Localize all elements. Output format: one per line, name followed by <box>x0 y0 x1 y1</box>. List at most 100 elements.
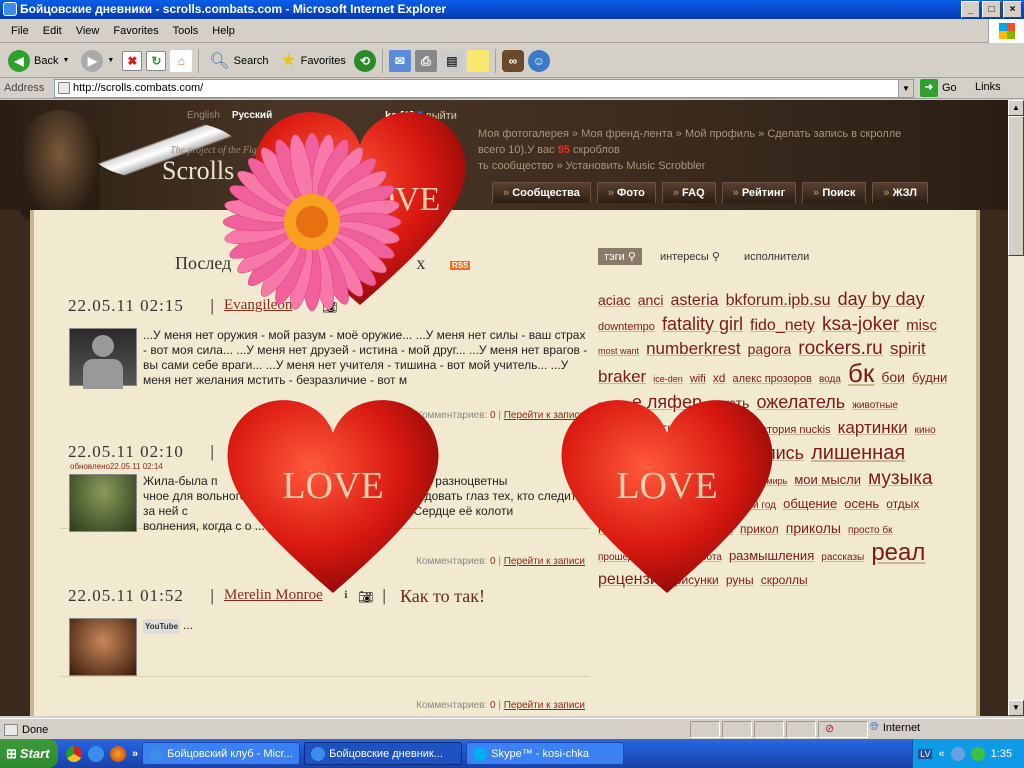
tag-link[interactable]: ksa-joker <box>822 314 899 335</box>
tag-link[interactable]: отдых <box>886 497 919 511</box>
popup-blocker-icon[interactable]: ⊘ <box>819 723 834 735</box>
skype-tray-icon[interactable] <box>970 746 985 761</box>
maximize-button[interactable]: □ <box>982 1 1001 18</box>
tag-link[interactable]: приколы <box>786 520 841 536</box>
tag-link[interactable]: wifi <box>690 373 706 385</box>
vertical-scrollbar[interactable]: ▲ ▼ <box>1008 100 1024 716</box>
menu-view[interactable]: View <box>69 25 107 37</box>
avatar[interactable] <box>69 328 137 389</box>
address-input[interactable]: http://scrolls.combats.com/ ▼ <box>54 79 914 98</box>
lang-english-link[interactable]: English <box>187 110 220 121</box>
firefox-icon[interactable] <box>110 745 126 762</box>
tag-link[interactable]: бк <box>848 358 874 388</box>
tag-link[interactable]: мои мысли <box>794 472 861 487</box>
favorites-button[interactable]: ★ Favorites <box>277 47 350 75</box>
tag-link[interactable]: реал <box>871 539 925 566</box>
tag-link[interactable]: осень <box>844 496 879 511</box>
goto-entry-link[interactable]: Перейти к записи <box>504 700 585 711</box>
stop-icon[interactable]: ✖ <box>122 50 143 71</box>
tag-link[interactable]: rockers.ru <box>798 338 882 359</box>
tab-photo[interactable]: Фото <box>596 182 656 203</box>
tag-link[interactable]: fido_nety <box>750 317 815 334</box>
taskbar-item-active[interactable]: Бойцовские дневник... <box>304 742 463 765</box>
tag-link[interactable]: общение <box>783 496 837 511</box>
tab-artists[interactable]: исполнители <box>738 249 815 265</box>
scroll-down-icon[interactable]: ▼ <box>1008 700 1024 716</box>
tag-link[interactable]: ice-den <box>653 374 683 384</box>
tab-zhzl[interactable]: ЖЗЛ <box>872 182 928 203</box>
tag-link[interactable]: животные <box>852 400 898 411</box>
community-links[interactable]: ть сообщество » Установить Music Scrobbl… <box>478 158 978 174</box>
windows-flag-icon <box>999 23 1015 39</box>
scroll-up-icon[interactable]: ▲ <box>1008 100 1024 116</box>
home-icon[interactable]: ⌂ <box>170 49 193 72</box>
minimize-button[interactable]: _ <box>961 1 980 18</box>
more-chevron-icon[interactable]: » <box>132 748 138 760</box>
discuss-icon[interactable] <box>466 49 489 72</box>
print-icon[interactable]: ⎙ <box>414 49 437 72</box>
comment-count[interactable]: 0 <box>490 700 496 711</box>
scroll-thumb[interactable] <box>1008 116 1024 256</box>
edit-icon[interactable]: ▤ <box>440 49 463 72</box>
menu-file[interactable]: File <box>4 25 36 37</box>
tag-link[interactable]: asteria <box>671 292 719 309</box>
tag-link[interactable]: pagora <box>748 341 792 357</box>
tag-link[interactable]: xd <box>713 371 726 385</box>
menu-tools[interactable]: Tools <box>166 25 206 37</box>
tag-link[interactable]: misc <box>906 317 937 334</box>
tag-link[interactable]: bkforum.ipb.su <box>726 292 831 309</box>
taskbar-item[interactable]: Skype™ - kosi-chka <box>466 742 625 765</box>
user-nav-links[interactable]: Моя фотогалерея » Моя френд-лента » Мой … <box>478 126 978 142</box>
ie-icon[interactable] <box>88 745 104 762</box>
tag-link[interactable]: anci <box>638 292 664 308</box>
tray-expand-icon[interactable]: « <box>938 748 944 760</box>
links-button[interactable]: Links <box>975 81 1001 93</box>
love-heart-sticker: LOVE <box>227 400 439 593</box>
comment-count[interactable]: 0 <box>490 556 496 567</box>
tab-search[interactable]: Поиск <box>802 182 867 203</box>
avatar[interactable] <box>69 474 137 532</box>
tag-link[interactable]: рассказы <box>821 552 864 563</box>
tag-link[interactable]: most want <box>598 346 639 356</box>
language-indicator[interactable]: LV <box>918 748 933 759</box>
network-icon[interactable] <box>950 746 965 761</box>
start-button[interactable]: ⊞ Start <box>0 739 58 768</box>
research-icon[interactable]: ∞ <box>501 49 524 72</box>
history-icon[interactable]: ⟲ <box>353 49 376 72</box>
menu-edit[interactable]: Edit <box>36 25 69 37</box>
tag-link[interactable]: будни <box>912 370 947 385</box>
forward-button[interactable]: ▶ ▼ <box>77 47 118 75</box>
chrome-icon[interactable] <box>66 745 82 762</box>
back-button[interactable]: ◀ Back ▼ <box>4 47 73 75</box>
tab-communities[interactable]: Сообщества <box>492 182 591 203</box>
tag-link[interactable]: просто бк <box>848 525 892 536</box>
refresh-icon[interactable]: ↻ <box>146 50 167 71</box>
close-button[interactable]: × <box>1003 1 1022 18</box>
tag-link[interactable]: кино <box>915 425 936 436</box>
tag-link[interactable]: aciac <box>598 292 631 308</box>
address-dropdown-icon[interactable]: ▼ <box>898 80 913 97</box>
messenger-icon[interactable]: ☺ <box>527 49 550 72</box>
tag-link[interactable]: музыка <box>868 468 932 489</box>
tag-link[interactable]: day by day <box>838 289 925 309</box>
menu-help[interactable]: Help <box>205 25 242 37</box>
menu-favorites[interactable]: Favorites <box>106 25 165 37</box>
tag-link[interactable]: вода <box>819 374 841 385</box>
go-button[interactable]: ➜ Go <box>920 79 957 97</box>
tag-link[interactable]: бои <box>881 369 905 385</box>
tag-link[interactable]: картинки <box>838 418 908 437</box>
star-icon: ★ <box>280 50 297 70</box>
tab-faq[interactable]: FAQ <box>661 182 716 203</box>
avatar[interactable] <box>69 618 137 676</box>
tab-rating[interactable]: Рейтинг <box>721 182 797 203</box>
taskbar-item[interactable]: Бойцовский клуб - Micr... <box>142 742 301 765</box>
comment-count[interactable]: 0 <box>490 410 496 421</box>
tag-link[interactable]: алекс прозоров <box>733 373 812 385</box>
tag-link[interactable]: numberkrest <box>646 339 740 358</box>
search-button[interactable]: 🔍︎ Search <box>205 47 272 75</box>
mail-icon[interactable]: ✉ <box>388 49 411 72</box>
tab-interests[interactable]: интересы ⚲ <box>654 248 726 265</box>
tag-link[interactable]: downtempo <box>598 321 655 333</box>
tab-tags[interactable]: тэги ⚲ <box>598 248 642 265</box>
tag-link[interactable]: fatality girl <box>662 314 743 334</box>
